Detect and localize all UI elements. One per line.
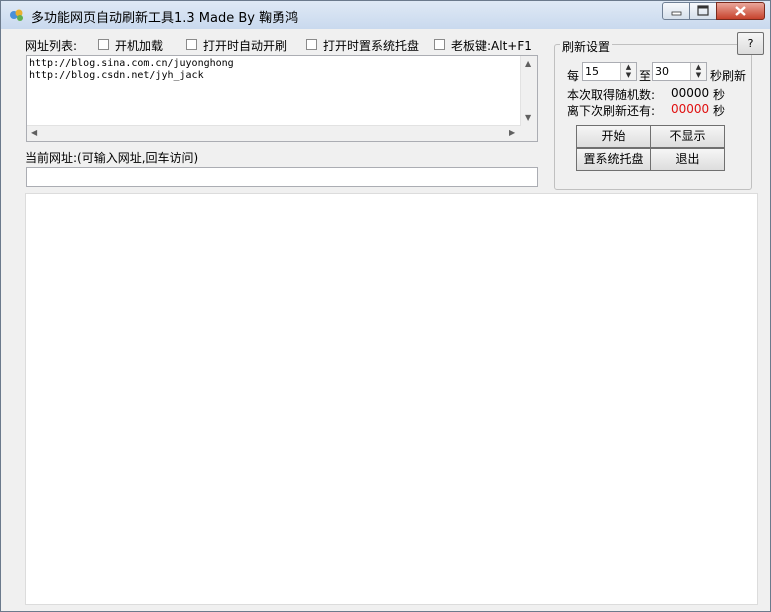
to-label: 至 [639,69,652,83]
scroll-up-icon[interactable]: ▲ [525,60,531,68]
max-seconds-value[interactable]: 30 [655,65,669,78]
seconds-refresh-label: 秒刷新 [710,69,747,83]
every-label: 每 [567,69,580,83]
next-refresh-label: 离下次刷新还有: [567,104,656,118]
maximize-button[interactable] [689,2,717,20]
main-window: 多功能网页自动刷新工具1.3 Made By 鞠勇鸿 网址列表: 开机加载 打开… [0,0,771,612]
scrollbar-corner [521,126,537,141]
window-title: 多功能网页自动刷新工具1.3 Made By 鞠勇鸿 [31,11,299,26]
app-icon [10,9,23,21]
exit-button[interactable]: 退出 [650,148,725,171]
url-list-horizontal-scrollbar[interactable]: ◀ ▶ [27,125,521,141]
spin-up-icon[interactable]: ▲ [621,63,636,71]
minimize-button[interactable] [662,2,690,20]
max-seconds-spinner[interactable]: 30 ▲ ▼ [652,62,707,81]
start-button[interactable]: 开始 [576,125,651,148]
tray-on-open-checkbox[interactable] [306,39,317,50]
next-refresh-countdown: 00000 [671,102,710,116]
minimize-icon [671,11,682,16]
scroll-left-icon[interactable]: ◀ [31,129,37,137]
min-seconds-spin-buttons[interactable]: ▲ ▼ [620,63,636,80]
url-list-textarea[interactable]: http://blog.sina.com.cn/juyonghong http:… [26,55,538,142]
close-button[interactable] [716,2,765,20]
boss-key-checkbox[interactable] [434,39,445,50]
tray-on-open-label[interactable]: 打开时置系统托盘 [323,37,419,54]
spin-up-icon[interactable]: ▲ [691,63,706,71]
close-icon [735,6,746,16]
current-url-input[interactable] [26,167,538,187]
max-seconds-spin-buttons[interactable]: ▲ ▼ [690,63,706,80]
browser-view[interactable] [25,193,758,605]
scroll-right-icon[interactable]: ▶ [509,129,515,137]
next-refresh-unit: 秒 [713,104,726,118]
auto-refresh-label[interactable]: 打开时自动开刷 [203,37,287,54]
help-button[interactable]: ? [737,32,764,55]
min-seconds-value[interactable]: 15 [585,65,599,78]
auto-refresh-checkbox[interactable] [186,39,197,50]
boss-key-label[interactable]: 老板键:Alt+F1 [451,37,532,54]
current-url-label: 当前网址:(可输入网址,回车访问) [25,151,199,165]
scroll-down-icon[interactable]: ▼ [525,114,531,122]
title-bar[interactable]: 多功能网页自动刷新工具1.3 Made By 鞠勇鸿 [1,1,770,29]
random-number-value: 00000 [671,86,710,100]
random-number-unit: 秒 [713,88,726,102]
refresh-settings-title: 刷新设置 [560,38,613,55]
autostart-label[interactable]: 开机加载 [115,37,163,54]
url-list-vertical-scrollbar[interactable]: ▲ ▼ [520,56,537,126]
url-list-text[interactable]: http://blog.sina.com.cn/juyonghong http:… [29,58,234,82]
min-seconds-spinner[interactable]: 15 ▲ ▼ [582,62,637,81]
random-number-label: 本次取得随机数: [567,88,656,102]
autostart-checkbox[interactable] [98,39,109,50]
maximize-icon [697,5,709,16]
url-list-label: 网址列表: [25,39,78,53]
hide-button[interactable]: 不显示 [650,125,725,148]
spin-down-icon[interactable]: ▼ [621,71,636,79]
tray-button[interactable]: 置系统托盘 [576,148,651,171]
spin-down-icon[interactable]: ▼ [691,71,706,79]
